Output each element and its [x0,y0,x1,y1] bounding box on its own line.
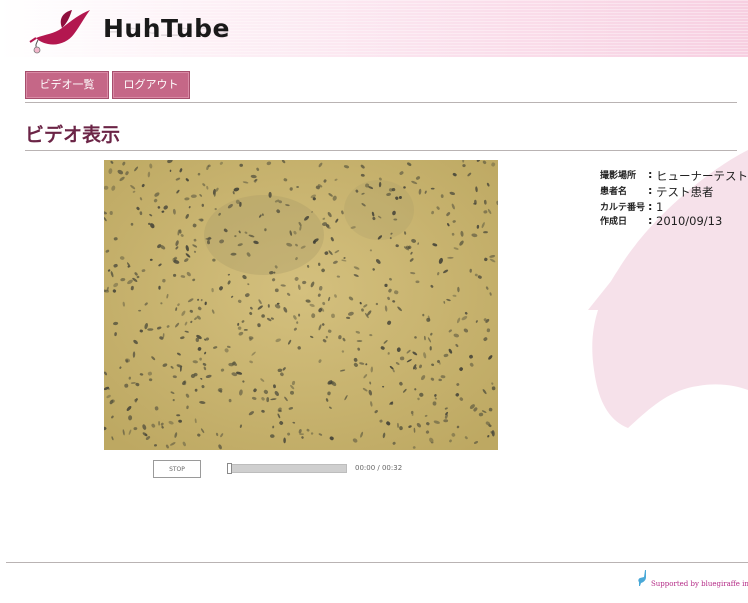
giraffe-icon [638,570,646,586]
info-value: 2010/09/13 [656,214,723,228]
video-progress-bar[interactable] [227,464,347,473]
page-title: ビデオ表示 [25,124,121,146]
footer-text: Supported by bluegiraffe inc. [651,580,748,588]
footer-divider [6,562,748,563]
info-value: テスト患者 [656,185,714,199]
info-colon: : [648,214,653,227]
info-label: カルテ番号 [600,203,646,213]
info-label: 患者名 [600,187,628,197]
logo-reflection: HuhTube [103,24,230,38]
info-label: 撮影場所 [600,171,637,181]
info-colon: : [648,168,653,181]
video-list-button[interactable]: ビデオ一覧 [25,71,109,99]
header: HuhTube HuhTube [0,0,748,57]
progress-handle[interactable] [227,463,232,474]
info-label: 作成日 [600,217,628,227]
info-colon: : [648,184,653,197]
info-colon: : [648,200,653,213]
info-value: ヒューナーテスト [656,169,748,183]
video-frame[interactable] [101,158,500,450]
nav-divider [25,102,737,103]
stop-button[interactable]: STOP [153,460,201,478]
stork-logo-icon [29,10,90,54]
video-time: 00:00 / 00:32 [355,464,403,472]
title-divider [25,150,737,151]
microscope-video-image [101,158,500,450]
background-stork-decoration-icon [588,150,748,428]
logout-button[interactable]: ログアウト [112,71,190,99]
info-value: 1 [656,200,664,214]
